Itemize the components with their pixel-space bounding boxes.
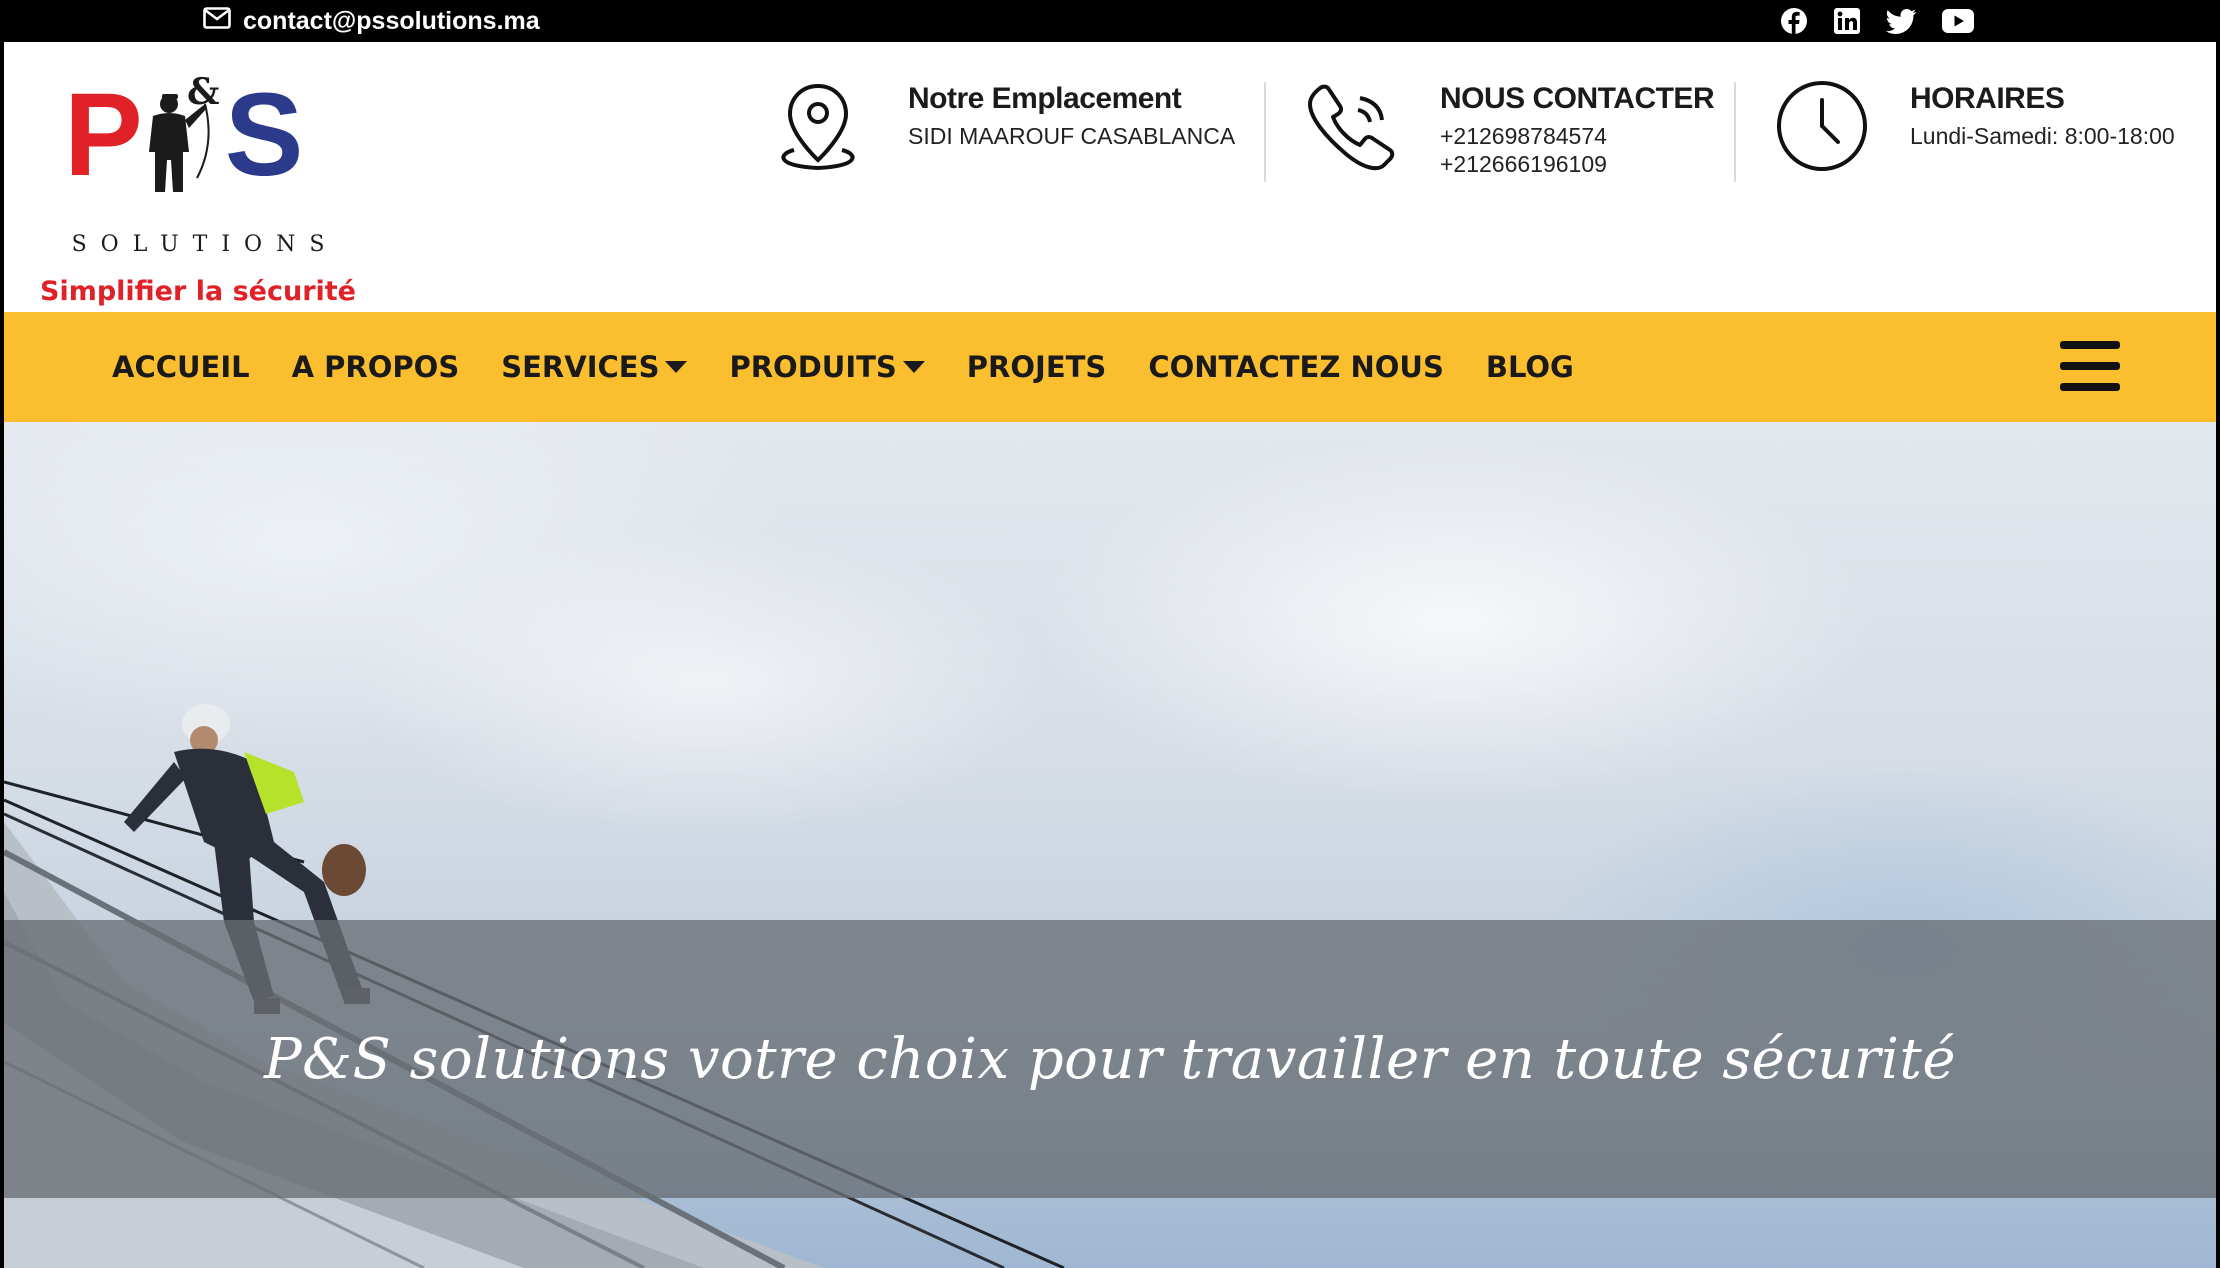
logo-letter-p: P <box>64 69 143 201</box>
linkedin-icon[interactable] <box>1834 8 1860 34</box>
window-border-right <box>2216 0 2220 1268</box>
nav-item-label: ACCUEIL <box>112 350 250 384</box>
caret-down-icon <box>665 361 688 373</box>
phone-icon <box>1304 80 1398 179</box>
location-title: Notre Emplacement <box>908 82 1182 115</box>
hero-section: P&S solutions votre choix pour travaille… <box>4 422 2216 1268</box>
nav-item-accueil[interactable]: ACCUEIL <box>112 350 250 384</box>
hero-headline: P&S solutions votre choix pour travaille… <box>263 1026 1957 1092</box>
caret-down-icon <box>902 361 925 373</box>
header-divider <box>1734 82 1736 182</box>
nav-item-label: BLOG <box>1485 350 1574 384</box>
site-logo[interactable]: P & S SOLUTIONS Simplifier la sécurité <box>40 74 370 334</box>
email-link[interactable]: contact@pssolutions.ma <box>203 4 540 38</box>
nav-item-label: CONTACTEZ NOUS <box>1148 350 1444 384</box>
contact-phone-2[interactable]: +212666196109 <box>1440 151 1607 178</box>
clock-icon <box>1774 78 1870 179</box>
nav-item-produits[interactable]: PRODUITS <box>729 350 925 384</box>
youtube-icon[interactable] <box>1942 9 1974 33</box>
hours-title: HORAIRES <box>1910 82 2065 115</box>
location-address: SIDI MAAROUF CASABLANCA <box>908 123 1236 149</box>
hero-banner: P&S solutions votre choix pour travaille… <box>4 920 2216 1198</box>
site-header: P & S SOLUTIONS Simplifier la sécurité N… <box>4 42 2216 312</box>
location-block: Notre Emplacement SIDI MAAROUF CASABLANC… <box>772 42 1272 232</box>
twitter-icon[interactable] <box>1886 8 1916 34</box>
logo-letter-s: S <box>224 69 304 201</box>
email-text: contact@pssolutions.ma <box>243 6 540 35</box>
social-links <box>1780 4 1974 38</box>
logo-mark: P & S <box>64 74 303 194</box>
nav-item-a-propos[interactable]: A PROPOS <box>292 350 460 384</box>
nav-item-services[interactable]: SERVICES <box>501 350 688 384</box>
logo-tagline: Simplifier la sécurité <box>40 276 356 307</box>
header-divider <box>1264 82 1266 182</box>
nav-item-contactez-nous[interactable]: CONTACTEZ NOUS <box>1148 350 1444 384</box>
nav-menu: ACCUEIL A PROPOS SERVICES PRODUITS PROJE… <box>112 312 1616 422</box>
hamburger-menu-icon[interactable] <box>2060 341 2120 391</box>
top-bar: contact@pssolutions.ma <box>0 0 2220 42</box>
nav-item-projets[interactable]: PROJETS <box>967 350 1107 384</box>
logo-wordmark: SOLUTIONS <box>71 232 339 257</box>
nav-item-blog[interactable]: BLOG <box>1486 350 1574 384</box>
hours-block: HORAIRES Lundi-Samedi: 8:00-18:00 <box>1774 42 2214 232</box>
contact-phone-1[interactable]: +212698784574 <box>1440 123 1607 150</box>
nav-item-label: PROJETS <box>966 350 1107 384</box>
envelope-icon <box>203 6 231 36</box>
nav-item-label: SERVICES <box>501 350 660 384</box>
nav-item-label: A PROPOS <box>291 350 460 384</box>
facebook-icon[interactable] <box>1780 7 1808 35</box>
contact-title: NOUS CONTACTER <box>1440 82 1715 115</box>
nav-item-label: PRODUITS <box>729 350 897 384</box>
contact-block: NOUS CONTACTER +212698784574 +2126661961… <box>1304 42 1724 232</box>
map-pin-icon <box>772 80 864 179</box>
worker-silhouette-icon: & <box>148 74 219 192</box>
hours-text: Lundi-Samedi: 8:00-18:00 <box>1910 123 2175 149</box>
main-navigation: ACCUEIL A PROPOS SERVICES PRODUITS PROJE… <box>4 312 2216 422</box>
